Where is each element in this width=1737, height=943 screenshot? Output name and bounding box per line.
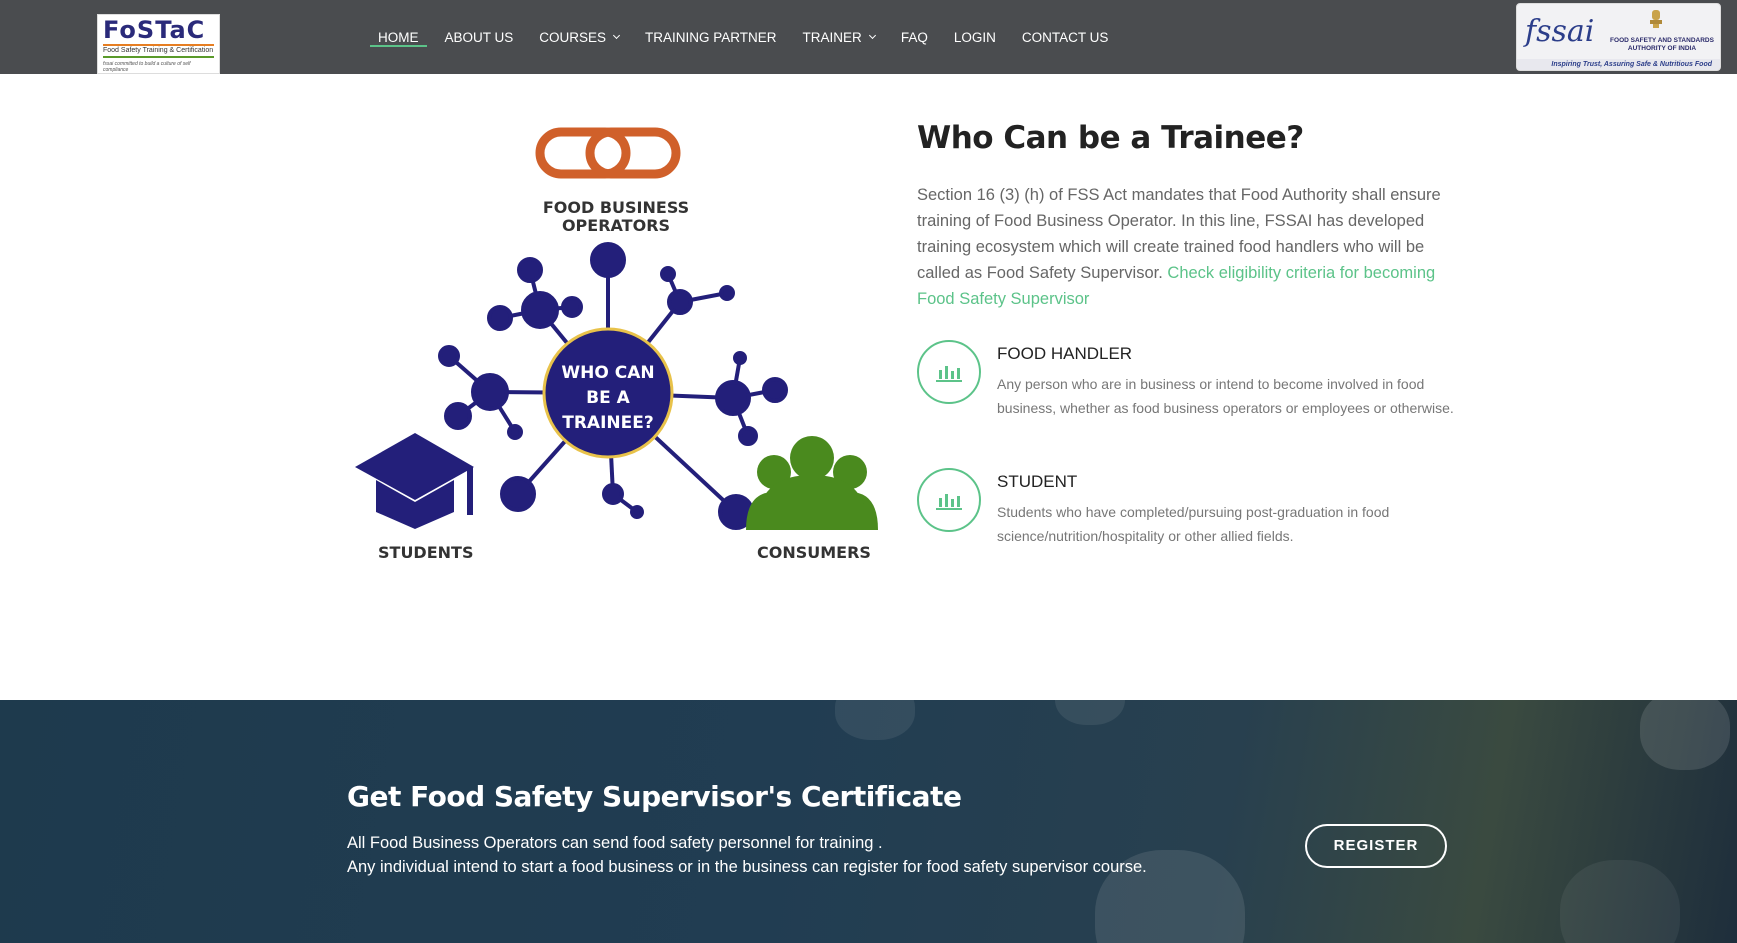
nav-courses[interactable]: COURSES <box>539 0 621 74</box>
graduation-cap-icon <box>355 433 474 529</box>
nav-trainer[interactable]: TRAINER <box>802 0 876 74</box>
nav-about-us[interactable]: ABOUT US <box>445 0 514 74</box>
nav-about-label: ABOUT US <box>444 29 514 45</box>
food-business-label-line1: FOOD BUSINESS <box>543 198 689 217</box>
center-label-line3: TRAINEE? <box>562 413 653 433</box>
nav-training-partner-label: TRAINING PARTNER <box>645 29 777 45</box>
student-desc: Students who have completed/pursuing pos… <box>997 504 1390 544</box>
feature-student: STUDENT Students who have completed/purs… <box>917 468 1457 548</box>
nav-courses-label: COURSES <box>539 29 607 45</box>
bokeh-decoration <box>1055 700 1125 725</box>
nav-faq[interactable]: FAQ <box>901 0 928 74</box>
fssai-authority-text: FOOD SAFETY AND STANDARDS AUTHORITY OF I… <box>1610 37 1714 52</box>
nav-contact-us[interactable]: CONTACT US <box>1022 0 1109 74</box>
banner-line-1: All Food Business Operators can send foo… <box>347 834 883 852</box>
nav-contact-label: CONTACT US <box>1021 29 1109 45</box>
certificate-banner: Get Food Safety Supervisor's Certificate… <box>0 700 1737 943</box>
student-title: STUDENT <box>997 472 1078 491</box>
feature-food-handler: FOOD HANDLER Any person who are in busin… <box>917 340 1457 420</box>
fostac-logo[interactable]: FoSTaC Food Safety Training & Certificat… <box>97 14 220 74</box>
nav-home-label: HOME <box>378 29 419 45</box>
trainee-intro: Section 16 (3) (h) of FSS Act mandates t… <box>917 182 1457 312</box>
site-header: FoSTaC Food Safety Training & Certificat… <box>0 0 1737 74</box>
trainee-diagram: FOOD BUSINESS OPERATORS WHO CAN BE A TRA… <box>355 127 878 562</box>
consumers-label: CONSUMERS <box>757 543 871 562</box>
nav-faq-label: FAQ <box>900 29 928 45</box>
center-label-line2: BE A <box>586 388 630 408</box>
students-label: STUDENTS <box>378 543 473 562</box>
trainee-title: Who Can be a Trainee? <box>917 120 1304 156</box>
bar-chart-icon <box>917 340 981 404</box>
center-label-line1: WHO CAN <box>561 363 654 383</box>
nav-login-label: LOGIN <box>953 29 996 45</box>
food-handler-desc: Any person who are in business or intend… <box>997 376 1454 416</box>
logo-title: FoSTaC <box>103 16 206 44</box>
food-handler-title: FOOD HANDLER <box>997 344 1133 363</box>
banner-title: Get Food Safety Supervisor's Certificate <box>347 780 962 813</box>
bokeh-decoration <box>835 700 915 740</box>
food-business-label-line2: OPERATORS <box>562 216 670 235</box>
logo-subtitle: Food Safety Training & Certification <box>103 44 214 58</box>
nav-login[interactable]: LOGIN <box>954 0 996 74</box>
bokeh-decoration <box>1640 700 1730 770</box>
register-button[interactable]: REGISTER <box>1305 824 1447 868</box>
fssai-slogan: Inspiring Trust, Assuring Safe & Nutriti… <box>1517 59 1720 70</box>
fssai-wordmark: fssai <box>1525 14 1595 49</box>
banner-line-2: Any individual intend to start a food bu… <box>347 858 1147 876</box>
bar-chart-icon <box>917 468 981 532</box>
chevron-down-icon <box>868 31 876 40</box>
nav-home[interactable]: HOME <box>370 0 426 74</box>
fssai-logo[interactable]: fssai FOOD SAFETY AND STANDARDS AUTHORIT… <box>1516 3 1721 71</box>
chevron-down-icon <box>612 31 621 40</box>
nav-training-partner[interactable]: TRAINING PARTNER <box>645 0 777 74</box>
trainee-info: Who Can be a Trainee? Section 16 (3) (h)… <box>917 120 1457 312</box>
main-nav: HOME ABOUT US COURSES TRAINING PARTNER T… <box>370 0 1134 74</box>
chain-link-icon <box>535 127 681 179</box>
nav-trainer-label: TRAINER <box>802 29 862 45</box>
bokeh-decoration <box>1560 860 1680 943</box>
logo-tagline: fssai committed to build a culture of se… <box>103 61 191 73</box>
national-emblem-icon <box>1650 10 1662 28</box>
consumers-group-icon <box>746 436 878 530</box>
